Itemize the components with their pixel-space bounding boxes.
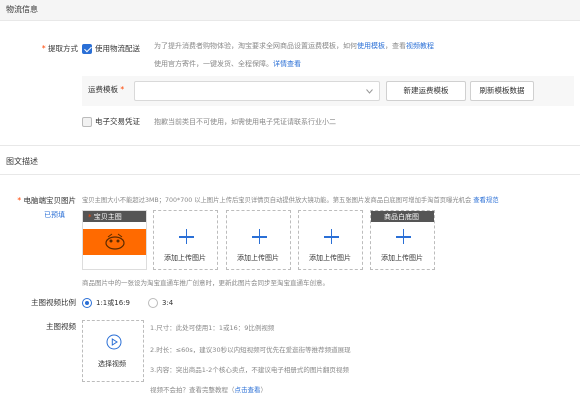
freight-template-select[interactable] [134, 81, 380, 101]
ratio-option-1-radio[interactable] [82, 298, 92, 308]
view-tutorial-link[interactable]: 点击查看 [235, 386, 261, 394]
use-template-link[interactable]: 使用模板 [357, 42, 385, 50]
details-link[interactable]: 详情查看 [273, 60, 301, 68]
divider [0, 145, 580, 146]
video-tip-size: 1.尺寸：此处可使用1：1或16：9比例视频 [150, 324, 275, 332]
upload-image-slot[interactable]: 添加上传图片 [153, 210, 218, 270]
refresh-template-button[interactable]: 刷新模板数据 [470, 81, 534, 101]
divider [0, 20, 580, 21]
upload-label: 添加上传图片 [309, 254, 351, 262]
logistics-notice-line1: 为了提升消费者购物体验，淘宝要求全网商品设置运费模板，如何使用模板，查看视频教程 [154, 42, 434, 50]
pc-image-label: * 电脑端宝贝图片 [17, 196, 76, 205]
freight-template-label: 运费模板 * [88, 85, 125, 94]
video-tip-duration: 2.时长：≤60s，建议30秒以内短视频可优先在爱逛街等推荐频道展现 [150, 346, 351, 354]
main-image-slot[interactable]: * 宝贝主图 [82, 210, 147, 270]
upload-image-slot[interactable]: 添加上传图片 [226, 210, 291, 270]
upload-label: 添加上传图片 [164, 254, 206, 262]
main-image-tag: * 宝贝主图 [83, 211, 146, 222]
select-video-slot[interactable]: 选择视频 [82, 320, 144, 382]
main-video-label: 主图视频 [46, 322, 76, 331]
ratio-option-1-label: 1:1或16:9 [96, 299, 130, 307]
video-tutorial-link[interactable]: 视频教程 [406, 42, 434, 50]
chevron-down-icon [366, 89, 373, 94]
logistics-notice-line2: 使用官方寄件，一键发货、全程保障。详情查看 [154, 60, 301, 68]
view-spec-link[interactable]: 查看规范 [473, 197, 498, 204]
upload-label: 添加上传图片 [237, 254, 279, 262]
e-voucher-label: 电子交易凭证 [95, 117, 140, 126]
new-freight-template-button[interactable]: 新建运费模板 [386, 81, 466, 101]
use-logistics-checkbox[interactable] [82, 44, 92, 54]
white-bg-image-slot[interactable]: 商品白底图 添加上传图片 [370, 210, 435, 270]
divider [0, 174, 580, 175]
video-tip-content: 3.内容：突出商品1-2个核心卖点，不建议电子相册式的图片翻页视频 [150, 366, 349, 374]
promo-note: 商品图片中的一张设为淘宝直通车推广创意时，更新此图片会同步至淘宝直通车创意。 [82, 279, 329, 287]
video-tip-tutorial: 视频不会拍？查看完整教程（点击查看） [150, 386, 267, 394]
upload-label: 添加上传图片 [381, 254, 423, 262]
product-thumbnail [83, 229, 146, 255]
video-ratio-label: 主图视频比例 [31, 298, 76, 307]
use-logistics-label: 使用物流配送 [95, 44, 140, 53]
image-hint: 宝贝主图大小不能超过3MB；700*700 以上图片上传后宝贝详情页自动提供放大… [82, 197, 499, 204]
white-image-tag: 商品白底图 [371, 211, 434, 222]
pickup-method-label: * 提取方式 [41, 44, 78, 53]
pre-filled-badge: 已预填 [44, 211, 65, 219]
ratio-option-2-label: 3:4 [162, 299, 174, 307]
e-voucher-note: 抱歉当前类目不可使用，如需使用电子凭证请联系行业小二 [154, 118, 336, 126]
graphic-section-header: 图文描述 [0, 150, 580, 174]
ratio-option-2-radio[interactable] [148, 298, 158, 308]
select-video-label: 选择视频 [98, 360, 126, 368]
play-icon [106, 334, 122, 350]
e-voucher-checkbox[interactable] [82, 117, 92, 127]
logistics-section-header: 物流信息 [0, 0, 580, 20]
graphic-section-title: 图文描述 [6, 157, 38, 166]
upload-image-slot[interactable]: 添加上传图片 [298, 210, 363, 270]
product-image-icon [105, 233, 125, 250]
logistics-section-title: 物流信息 [6, 5, 38, 14]
